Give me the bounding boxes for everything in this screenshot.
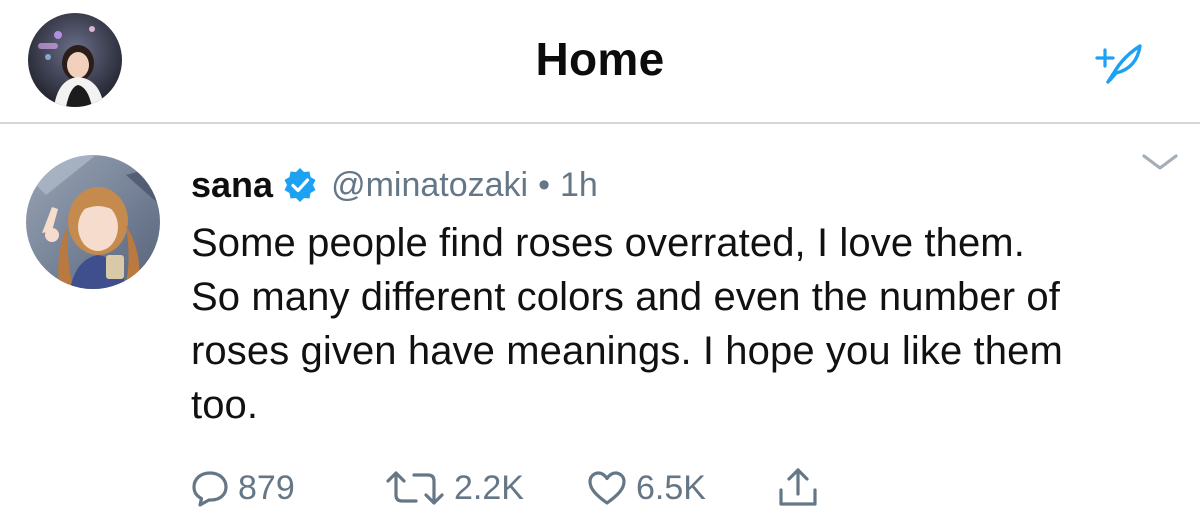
meta-separator: •: [538, 165, 550, 204]
tweet-timestamp[interactable]: 1h: [560, 166, 598, 205]
reply-count: 879: [238, 468, 295, 507]
retweet-icon: [386, 471, 444, 505]
like-button[interactable]: 6.5K: [586, 458, 706, 518]
tweet-text-line: roses given have meanings. I hope you li…: [191, 329, 1063, 373]
tweet-options-button[interactable]: [1136, 148, 1184, 178]
like-count: 6.5K: [636, 468, 706, 507]
chevron-down-icon: [1142, 154, 1178, 170]
tweet-text-line: So many different colors and even the nu…: [191, 275, 1060, 319]
verified-badge-icon: [284, 168, 316, 202]
tweet-header: sana @minatozaki • 1h: [191, 162, 598, 208]
retweet-count: 2.2K: [454, 468, 524, 507]
author-handle[interactable]: @minatozaki: [331, 166, 528, 205]
tweet-text-line: too.: [191, 383, 259, 427]
page-title: Home: [535, 33, 665, 85]
compose-feather-icon: [1095, 44, 1142, 84]
compose-tweet-button[interactable]: [1088, 38, 1146, 84]
tweet-body: Some people find roses overrated, I love…: [191, 216, 1181, 432]
author-avatar[interactable]: [26, 155, 160, 289]
tweet-card[interactable]: sana @minatozaki • 1h Some people find r…: [0, 124, 1200, 524]
tweet-text-line: Some people find roses overrated, I love…: [191, 221, 1025, 265]
retweet-button[interactable]: 2.2K: [384, 458, 524, 518]
timeline-screen: Home sana @minatozaki • 1h Some people f…: [0, 0, 1200, 524]
reply-button[interactable]: 879: [190, 458, 295, 518]
tweet-action-bar: 879 2.2K 6.5K: [0, 458, 1200, 518]
reply-bubble-icon: [192, 471, 228, 507]
share-button[interactable]: [776, 458, 820, 518]
top-navigation-bar: Home: [0, 0, 1200, 124]
author-display-name[interactable]: sana: [191, 164, 273, 206]
share-icon: [779, 468, 817, 506]
heart-icon: [588, 471, 626, 505]
